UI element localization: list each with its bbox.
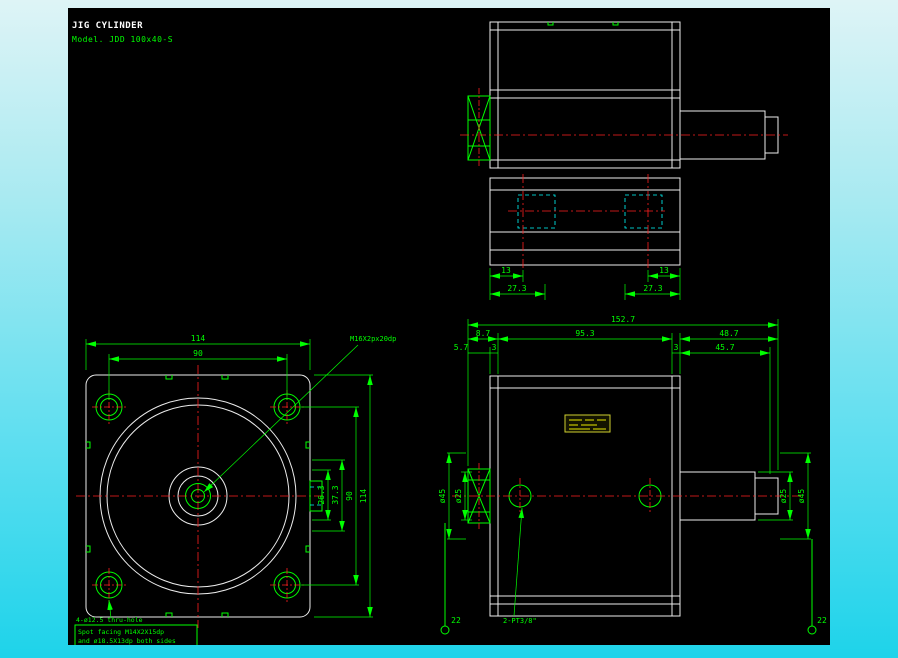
top-view-boss (467, 88, 491, 168)
dim-90-top: 90 (193, 349, 203, 358)
note-line-2: Spot facing M14X2X15dp (78, 628, 164, 636)
dim-13-right: 13 (659, 266, 669, 275)
dim-8-7: 8.7 (476, 329, 491, 338)
thread-callout-text: M16X2px20dp (350, 335, 396, 343)
thread-callout: M16X2px20dp (203, 335, 396, 493)
note-line-1: 4-ø12.5 thru-hole (76, 616, 143, 624)
dia-25-left: ø25 (454, 489, 463, 504)
side-view: 152.7 8.7 95.3 48.7 5.7 3 3 45.7 ø45 ø25 (438, 315, 827, 635)
dim-26-3: 26.3 (317, 485, 326, 504)
port-callout: 2-PT3/8" (503, 507, 537, 625)
dim-13-left: 13 (501, 266, 511, 275)
dim-5-7: 5.7 (454, 343, 469, 352)
dia-45-right: ø45 (797, 489, 806, 504)
side-view-left-diameters: ø45 ø25 (438, 452, 472, 540)
nameplate (564, 414, 611, 433)
dim-37-3: 37.3 (331, 485, 340, 504)
top-view-dimensions: 13 13 27.3 27.3 (489, 266, 681, 300)
mark-22-left-text: 22 (451, 616, 461, 625)
top-view: 13 13 27.3 27.3 (460, 21, 788, 300)
dim-45-7: 45.7 (715, 343, 734, 352)
desktop-background: { "title_block": { "line1": "JIG CYLINDE… (0, 0, 898, 658)
dim-27-3-right: 27.3 (643, 284, 662, 293)
hidden-port-right (624, 194, 663, 229)
dim-90-right: 90 (345, 491, 354, 501)
dim-95-3: 95.3 (575, 329, 594, 338)
front-view: 114 90 26.3 37.3 90 114 M16X2px20dp 4-ø1… (74, 334, 396, 645)
drawing-title-text: JIG CYLINDER (72, 21, 143, 31)
dim-3-right: 3 (674, 343, 679, 352)
dim-114-right: 114 (359, 489, 368, 504)
drawing-model-text: Model. JDD 100x40-S (72, 35, 173, 44)
port-callout-text: 2-PT3/8" (503, 617, 537, 625)
dim-114-top: 114 (191, 334, 206, 343)
hidden-port-left (517, 194, 556, 229)
mark-22-left: 22 (440, 523, 461, 635)
side-view-top-dimensions: 152.7 8.7 95.3 48.7 5.7 3 3 45.7 (454, 315, 779, 474)
front-view-right-dimensions: 26.3 37.3 90 114 (301, 374, 373, 618)
drawing-title: JIG CYLINDER Model. JDD 100x40-S (72, 21, 173, 44)
mark-22-right-text: 22 (817, 616, 827, 625)
dim-27-3-left: 27.3 (507, 284, 526, 293)
dim-3-left: 3 (492, 343, 497, 352)
cad-drawing-canvas[interactable]: JIG CYLINDER Model. JDD 100x40-S 13 13 2… (68, 8, 830, 645)
cad-drawing[interactable]: JIG CYLINDER Model. JDD 100x40-S 13 13 2… (68, 8, 830, 645)
dim-48-7: 48.7 (719, 329, 738, 338)
top-view-section (489, 174, 681, 270)
dia-45-left: ø45 (438, 489, 447, 504)
hole-notes: 4-ø12.5 thru-hole Spot facing M14X2X15dp… (74, 599, 198, 645)
note-line-3: and ø18.5X13dp both sides (78, 637, 176, 645)
dim-152-7: 152.7 (611, 315, 635, 324)
mark-22-right: 22 (807, 539, 827, 635)
dia-25-right: ø25 (779, 489, 788, 504)
